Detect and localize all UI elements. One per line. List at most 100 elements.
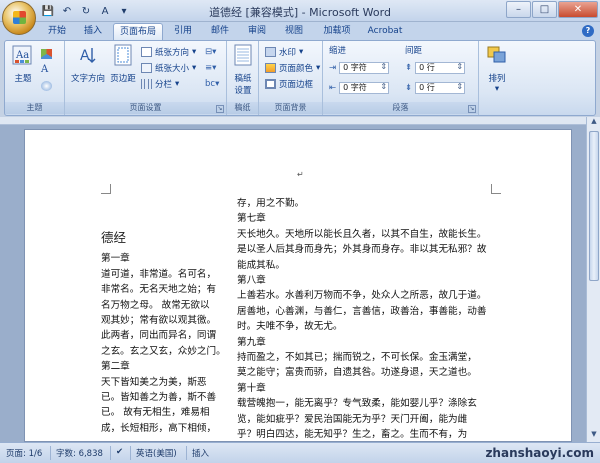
text-direction-button[interactable]: A 文字方向: [69, 44, 107, 100]
indent-left-value[interactable]: 0 字符: [339, 61, 390, 74]
window-controls: – □ ✕: [506, 1, 598, 18]
spacing-before-value[interactable]: 0 行: [415, 61, 466, 74]
text-line: 之玄。玄之又玄，众妙之门。: [101, 345, 226, 357]
scroll-up-icon[interactable]: ▲: [587, 117, 600, 129]
manuscript-setup-label-1: 稿纸: [234, 74, 252, 84]
insert-mode-indicator[interactable]: 插入: [192, 447, 209, 459]
proofing-icon[interactable]: ✔: [116, 447, 123, 457]
spacing-before-field[interactable]: ⇞ 0 行: [405, 61, 466, 74]
text-line: 是以圣人后其身而身先；外其身而身存。非以其无私邪？故: [237, 244, 487, 256]
margin-corner-mark: [101, 184, 111, 194]
text-line: 第二章: [101, 361, 130, 373]
office-button[interactable]: [2, 1, 36, 35]
ruler: [0, 117, 586, 125]
page-setup-launcher-icon[interactable]: ↘: [216, 105, 224, 113]
orientation-label: 纸张方向: [155, 47, 190, 58]
text-line: 名万物之母。 故常无欲以: [101, 299, 210, 311]
tab-review[interactable]: 审阅: [244, 23, 270, 40]
theme-button[interactable]: Aa 主题: [11, 44, 35, 100]
status-bar: 页面: 1/6 字数: 6,838 ✔ 英语(美国) 插入 zhanshaoyi…: [0, 442, 600, 463]
manuscript-setup-button[interactable]: 稿纸 设置: [229, 44, 257, 100]
text-line: 已。皆知善之为善，斯不善: [101, 392, 217, 404]
language-indicator[interactable]: 英语(美国): [136, 447, 177, 459]
indent-right-field[interactable]: ⇤ 0 字符: [329, 81, 390, 94]
tab-acrobat[interactable]: Acrobat: [365, 23, 405, 40]
vertical-scrollbar[interactable]: ▲ ▼: [586, 117, 600, 442]
group-manuscript-label: 稿纸: [227, 102, 258, 114]
margin-corner-mark: [491, 184, 501, 194]
orientation-icon: [141, 46, 152, 57]
spacing-title: 间距: [405, 46, 423, 56]
columns-button[interactable]: 分栏 ▾: [141, 77, 179, 90]
spacing-before-icon: ⇞: [405, 62, 413, 73]
document-page[interactable]: ↵ 德经 第一章 道可道，非常道。名可名， 非常名。无名天地之始；有 名万物之母…: [24, 129, 572, 442]
text-line: 已。 故有无相生，难易相: [101, 407, 210, 419]
group-page-background-label: 页面背景: [259, 102, 322, 114]
chevron-down-icon: ▾: [316, 62, 321, 73]
group-manuscript: 稿纸 设置 稿纸: [227, 41, 259, 115]
left-text-column: 德经 第一章 道可道，非常道。名可名， 非常名。无名天地之始；有 名万物之母。 …: [101, 230, 226, 436]
watermark-label: 水印: [279, 47, 297, 58]
theme-icon: Aa: [12, 45, 32, 65]
breaks-button[interactable]: ⊟▾: [205, 45, 216, 58]
paragraph-launcher-icon[interactable]: ↘: [468, 105, 476, 113]
line-numbers-button[interactable]: ≡▾: [205, 61, 216, 74]
spacing-after-value[interactable]: 0 行: [415, 81, 466, 94]
group-page-setup-label: 页面设置: [65, 102, 226, 114]
word-count[interactable]: 字数: 6,838: [56, 447, 103, 459]
tab-page-layout[interactable]: 页面布局: [113, 23, 163, 40]
tab-addins[interactable]: 加载项: [318, 23, 356, 40]
divider: [186, 446, 187, 460]
page-color-button[interactable]: 页面颜色 ▾: [265, 61, 320, 74]
scrollbar-thumb[interactable]: [589, 131, 599, 281]
orientation-button[interactable]: 纸张方向 ▾: [141, 45, 196, 58]
page-borders-icon: [265, 78, 276, 89]
theme-colors-button[interactable]: [41, 47, 52, 60]
svg-text:Aa: Aa: [15, 50, 29, 61]
text-line: 能成其私。: [237, 259, 285, 271]
divider: [110, 446, 111, 460]
tab-mailings[interactable]: 邮件: [207, 23, 233, 40]
text-line: 第九章: [237, 336, 266, 348]
tab-view[interactable]: 视图: [281, 23, 307, 40]
hyphenation-icon: bc▾: [205, 78, 220, 89]
manuscript-setup-label-2: 设置: [234, 86, 252, 96]
text-line: 览，能如疵乎？爱民治国能无为乎？天门开阖，能为雌: [237, 413, 468, 425]
close-button[interactable]: ✕: [558, 1, 598, 18]
group-paragraph: 缩进 间距 ⇥0 字符 ⇤0 字符 ⇞0 行 ⇟0 行 段落 ↘: [323, 41, 479, 115]
theme-effects-button[interactable]: [41, 79, 52, 92]
page-borders-button[interactable]: 页面边框: [265, 77, 313, 90]
tab-home[interactable]: 开始: [44, 23, 70, 40]
group-arrange: 排列 ▾: [479, 41, 515, 115]
text-line: 时。夫唯不争，故无尤。: [237, 321, 343, 333]
spacing-after-field[interactable]: ⇟ 0 行: [405, 81, 466, 94]
tab-references[interactable]: 引用: [170, 23, 196, 40]
scroll-down-icon[interactable]: ▼: [587, 430, 600, 442]
text-line: 道可道，非常道。名可名，: [101, 268, 217, 280]
maximize-button[interactable]: □: [532, 1, 557, 18]
page-indicator[interactable]: 页面: 1/6: [6, 447, 42, 459]
indent-right-value[interactable]: 0 字符: [339, 81, 390, 94]
tab-insert[interactable]: 插入: [80, 23, 106, 40]
watermark-button[interactable]: 水印 ▾: [265, 45, 303, 58]
group-theme-label: 主题: [5, 102, 64, 114]
theme-effects-icon: [41, 80, 52, 91]
margins-icon: [114, 44, 132, 66]
document-heading: 德经: [101, 230, 127, 245]
page-color-icon: [265, 62, 276, 73]
help-icon[interactable]: ?: [582, 25, 594, 37]
theme-fonts-button[interactable]: A: [41, 63, 48, 76]
margins-button[interactable]: 页边距: [109, 44, 137, 100]
group-page-background: 水印 ▾ 页面颜色 ▾ 页面边框 页面背景: [259, 41, 323, 115]
hyphenation-button[interactable]: bc▾: [205, 77, 219, 90]
columns-icon: [141, 78, 152, 89]
text-line: 第八章: [237, 275, 266, 287]
minimize-button[interactable]: –: [506, 1, 531, 18]
size-button[interactable]: 纸张大小 ▾: [141, 61, 196, 74]
title-bar: 💾 ↶ ↻ A ▾ 道德经 [兼容模式] - Microsoft Word – …: [0, 0, 600, 35]
indent-title: 缩进: [329, 46, 347, 56]
arrange-button[interactable]: 排列 ▾: [482, 44, 512, 100]
indent-left-field[interactable]: ⇥ 0 字符: [329, 61, 390, 74]
margins-label: 页边距: [110, 74, 136, 84]
divider: [130, 446, 131, 460]
